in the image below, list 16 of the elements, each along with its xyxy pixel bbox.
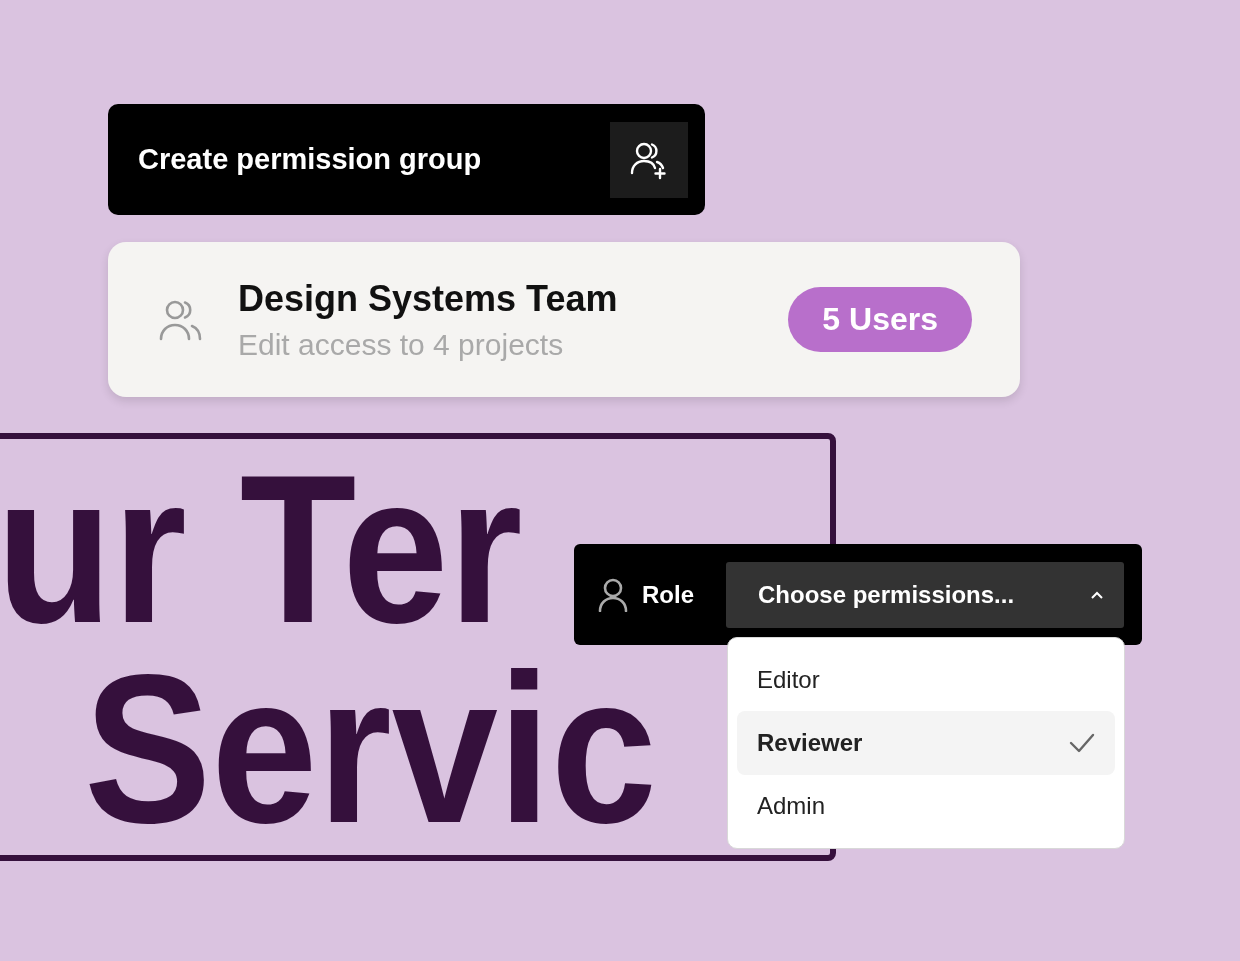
menu-option[interactable]: Admin (737, 774, 1115, 838)
headline-text: ur Ter (0, 449, 523, 649)
add-users-button[interactable] (610, 121, 688, 198)
role-label: Role (642, 580, 694, 609)
users-icon (158, 298, 204, 341)
menu-option[interactable]: Reviewer (737, 711, 1115, 775)
menu-option[interactable]: Editor (737, 648, 1115, 712)
headline-text: Servic (84, 649, 657, 849)
create-group-label: Create permission group (138, 143, 482, 176)
permissions-dropdown[interactable]: Choose permissions... (726, 561, 1124, 628)
chevron-up-icon (1090, 590, 1104, 599)
group-subtitle: Edit access to 4 projects (238, 327, 565, 362)
person-icon (598, 577, 628, 612)
user-count-badge: 5 Users (788, 287, 972, 352)
check-icon (1069, 733, 1095, 753)
group-title: Design Systems Team (238, 277, 619, 320)
